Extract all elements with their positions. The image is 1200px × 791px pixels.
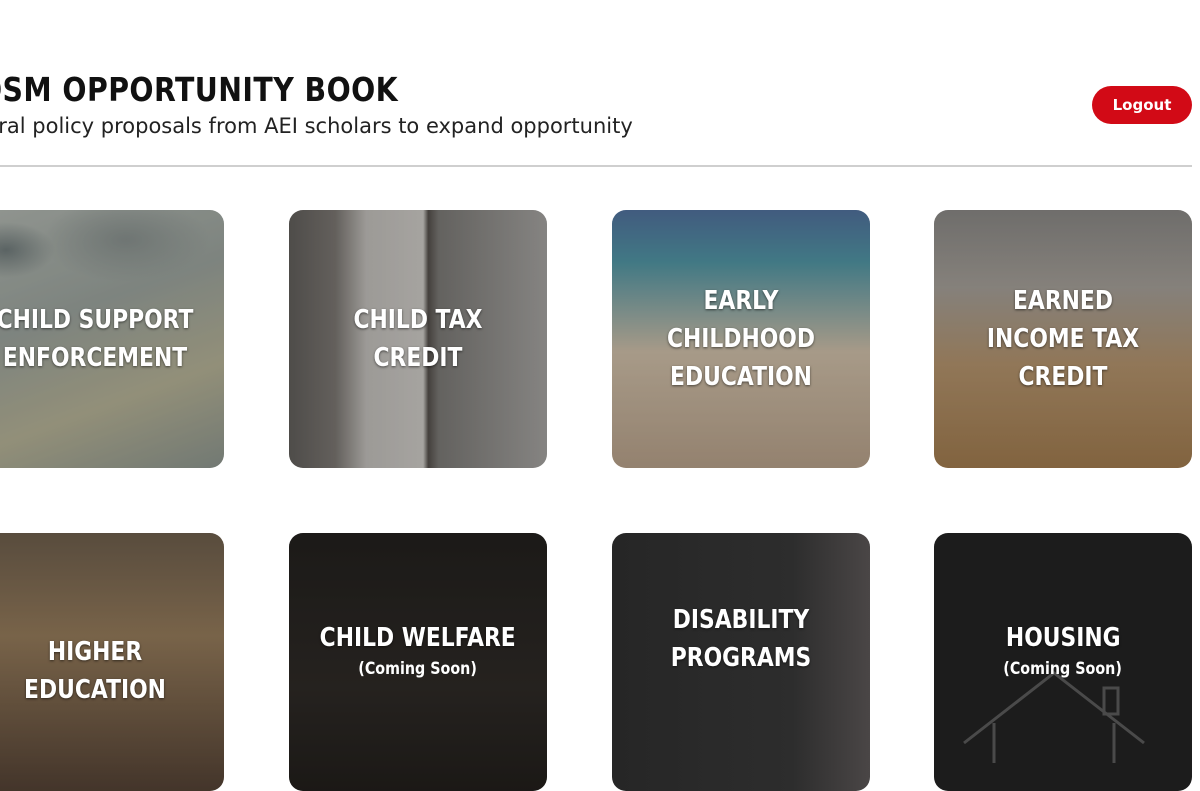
coming-soon-label: (Coming Soon)	[358, 659, 478, 679]
card-early-childhood-education[interactable]: Early Childhood Education	[612, 210, 870, 468]
card-child-welfare[interactable]: Child Welfare (Coming Soon)	[289, 533, 547, 791]
page-subtitle: deral policy proposals from AEI scholars…	[0, 114, 633, 138]
card-title: Higher Education	[24, 637, 166, 705]
card-earned-income-tax-credit[interactable]: Earned Income Tax Credit	[934, 210, 1192, 468]
page-title: OSM OPPORTUNITY BOOK	[0, 70, 399, 109]
card-title: Child Welfare	[319, 623, 517, 653]
logout-button[interactable]: Logout	[1092, 86, 1192, 124]
card-title: Earned Income Tax Credit	[986, 286, 1140, 392]
header-divider	[0, 165, 1192, 167]
card-title: Early Childhood Education	[666, 286, 816, 392]
card-housing[interactable]: Housing (Coming Soon)	[934, 533, 1192, 791]
card-title: Disability Programs	[670, 605, 812, 673]
card-disability-programs[interactable]: Disability Programs	[612, 533, 870, 791]
coming-soon-label: (Coming Soon)	[1003, 659, 1123, 679]
card-child-tax-credit[interactable]: Child Tax Credit	[289, 210, 547, 468]
card-title: Housing	[1005, 623, 1121, 653]
card-child-support-enforcement[interactable]: Child Support Enforcement	[0, 210, 224, 468]
card-higher-education[interactable]: Higher Education	[0, 533, 224, 791]
card-title: Child Tax Credit	[353, 305, 483, 373]
card-title: Child Support Enforcement	[0, 305, 194, 373]
